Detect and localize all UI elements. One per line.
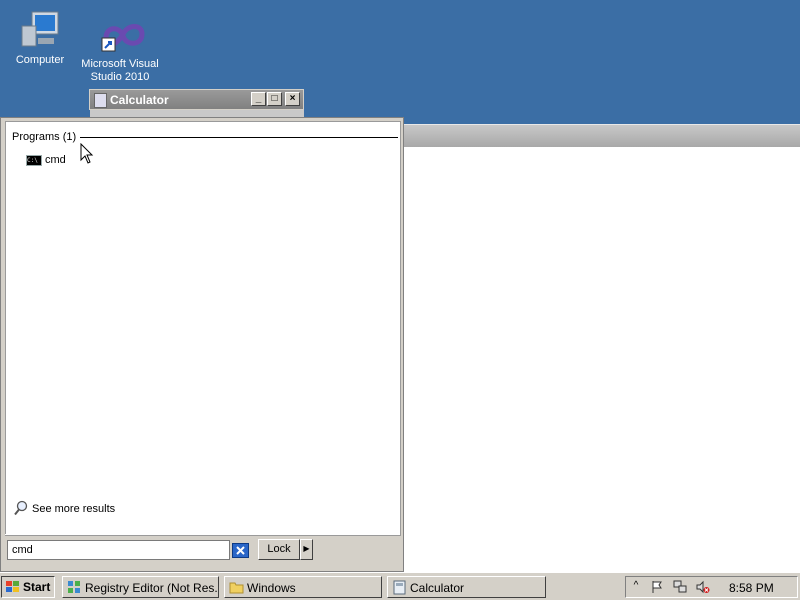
cmd-icon: C:\ xyxy=(26,155,42,166)
taskbar-button-registry-editor[interactable]: Registry Editor (Not Res... xyxy=(62,576,219,598)
taskbar-button-windows[interactable]: Windows xyxy=(224,576,382,598)
action-center-flag-icon[interactable] xyxy=(650,580,664,594)
calculator-icon xyxy=(94,93,107,108)
calculator-title: Calculator xyxy=(110,93,169,107)
notification-area: ^ 8:58 PM xyxy=(625,576,798,598)
calculator-icon xyxy=(392,580,407,595)
lock-button[interactable]: Lock xyxy=(258,539,300,560)
search-icon xyxy=(14,500,28,516)
section-divider xyxy=(80,137,398,138)
shutdown-options-arrow[interactable]: ▶ xyxy=(300,539,313,560)
background-window xyxy=(404,124,800,572)
maximize-button[interactable]: □ xyxy=(267,92,282,106)
minimize-button[interactable]: _ xyxy=(251,92,266,106)
programs-section-header: Programs (1) xyxy=(12,131,77,143)
taskbar: Start Registry Editor (Not Res... Window… xyxy=(0,572,800,600)
windows-flag-icon xyxy=(5,580,21,594)
visual-studio-icon xyxy=(98,20,145,54)
result-item-label: cmd xyxy=(45,154,66,166)
search-input[interactable]: cmd xyxy=(7,540,230,560)
volume-muted-icon[interactable] xyxy=(696,580,710,594)
background-window-bar xyxy=(404,124,800,147)
calculator-title-bar[interactable]: Calculator _ □ × xyxy=(89,89,304,110)
start-label: Start xyxy=(23,580,51,594)
desktop-icon-computer[interactable]: Computer xyxy=(0,10,80,67)
mouse-pointer-icon xyxy=(80,142,94,165)
registry-icon xyxy=(67,580,82,595)
desktop-icon-label-line2: Studio 2010 xyxy=(90,71,150,83)
show-hidden-icons-chevron-icon[interactable]: ^ xyxy=(629,580,643,594)
taskbar-button-calculator[interactable]: Calculator xyxy=(387,576,546,598)
see-more-results-label: See more results xyxy=(32,503,116,515)
taskbar-button-label: Windows xyxy=(247,581,296,595)
taskbar-button-label: Calculator xyxy=(410,581,465,595)
desktop-icon-visual-studio[interactable]: Microsoft Visual Studio 2010 xyxy=(80,20,160,84)
start-menu: Programs (1) C:\ cmd See more results cm… xyxy=(0,117,404,572)
see-more-results-link[interactable]: See more results xyxy=(14,500,154,518)
clock[interactable]: 8:58 PM xyxy=(729,581,774,595)
desktop-icon-label-line1: Microsoft Visual xyxy=(81,58,159,70)
result-item-cmd[interactable]: C:\ cmd xyxy=(26,153,86,169)
search-results-panel: Programs (1) C:\ cmd See more results xyxy=(5,121,401,536)
close-button[interactable]: × xyxy=(285,92,300,106)
computer-icon xyxy=(18,10,62,50)
clear-search-button[interactable] xyxy=(232,543,249,558)
taskbar-button-label: Registry Editor (Not Res... xyxy=(85,581,219,595)
desktop-icon-label: Computer xyxy=(15,54,65,66)
start-button[interactable]: Start xyxy=(1,576,55,598)
start-menu-separator xyxy=(5,534,399,535)
network-icon[interactable] xyxy=(673,580,687,594)
folder-icon xyxy=(229,580,244,595)
